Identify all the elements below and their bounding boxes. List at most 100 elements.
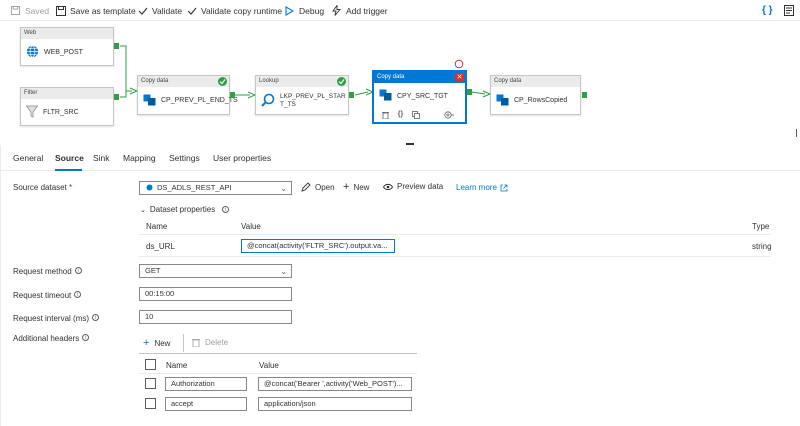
- header-row-checkbox[interactable]: [145, 398, 156, 409]
- toolbar-divider: [183, 334, 184, 352]
- header-name-input[interactable]: Authorization: [165, 377, 247, 391]
- chevron-down-icon: ⌄: [280, 267, 287, 276]
- magnifier-icon: [261, 93, 275, 109]
- tab-source[interactable]: Source: [55, 153, 84, 163]
- header-value-input[interactable]: @concat('Bearer ',activity('Web_POST')..…: [258, 377, 412, 391]
- property-type: string: [752, 242, 772, 251]
- row-divider: [139, 256, 771, 257]
- play-icon: [284, 5, 295, 16]
- template-icon: [55, 5, 66, 16]
- row-divider: [139, 373, 417, 374]
- checkmark-icon: [186, 5, 197, 16]
- property-name: ds_URL: [146, 242, 175, 251]
- table-top-border: [139, 353, 417, 354]
- source-dataset-label: Source dataset *: [13, 183, 73, 192]
- activity-type-label: Web: [21, 28, 113, 39]
- column-header-name: Name: [146, 222, 168, 231]
- header-name-input[interactable]: accept: [165, 397, 247, 411]
- panel-left-border: [0, 145, 1, 426]
- activity-lkp-prev-pl-start-ts[interactable]: Lookup LKP_PREV_PL_START_TS: [255, 75, 349, 115]
- success-output-handle[interactable]: [582, 92, 587, 98]
- column-header-type: Type: [752, 222, 770, 231]
- header-value-input[interactable]: application/json: [258, 397, 412, 411]
- source-dataset-dropdown[interactable]: DS_ADLS_REST_API ⌄: [139, 181, 292, 195]
- add-header-button[interactable]: + New: [143, 338, 170, 349]
- activity-cp-prev-pl-end-ts[interactable]: Copy data CP_PREV_PL_END_TS: [137, 75, 238, 115]
- info-icon: i: [82, 334, 90, 341]
- info-icon: i: [74, 267, 82, 274]
- active-tab-indicator: [55, 169, 82, 171]
- saved-indicator: Saved: [10, 4, 49, 17]
- activity-name: FLTR_SRC: [43, 108, 79, 116]
- info-icon: i: [74, 291, 82, 298]
- activity-name: LKP_PREV_PL_START_TS: [280, 92, 346, 108]
- canvas-collapse-handle[interactable]: [796, 129, 800, 137]
- activity-cp-rowscopied[interactable]: Copy data CP_RowsCopied: [490, 75, 581, 115]
- copy-data-icon: [379, 89, 392, 103]
- header-row-checkbox[interactable]: [145, 378, 156, 389]
- dataset-properties-toggle[interactable]: ⌄ Dataset properties i: [140, 205, 230, 214]
- request-timeout-label: Request timeout i: [13, 291, 82, 300]
- checkmark-icon: [137, 5, 148, 16]
- activity-name: CP_RowsCopied: [514, 97, 568, 104]
- success-output-handle[interactable]: [114, 43, 119, 49]
- code-icon: { }: [762, 5, 773, 16]
- learn-more-link[interactable]: Learn more: [456, 183, 508, 192]
- dataset-icon: [146, 184, 153, 191]
- select-all-checkbox[interactable]: [145, 359, 156, 370]
- tab-general[interactable]: General: [13, 153, 43, 163]
- activity-name: CP_PREV_PL_END_TS: [161, 97, 238, 104]
- info-icon: i: [92, 314, 100, 321]
- success-output-handle[interactable]: [114, 94, 119, 100]
- add-trigger-button[interactable]: Add trigger: [331, 4, 388, 17]
- copy-icon[interactable]: [411, 111, 420, 120]
- success-output-handle[interactable]: [467, 89, 472, 95]
- delete-activity-icon[interactable]: ✕: [455, 73, 464, 82]
- preview-data-button[interactable]: Preview data: [383, 182, 443, 191]
- add-output-icon[interactable]: [444, 111, 454, 120]
- property-value-input[interactable]: @concat(activity('FLTR_SRC').output.va..…: [241, 239, 395, 253]
- globe-icon: [26, 45, 39, 60]
- new-dataset-button[interactable]: + New: [343, 181, 369, 193]
- request-method-label: Request method i: [13, 267, 82, 276]
- filter-icon: [25, 105, 39, 120]
- save-as-template-button[interactable]: Save as template: [55, 4, 136, 17]
- activity-name: WEB_POST: [44, 48, 83, 56]
- request-timeout-input[interactable]: 00:15:00: [139, 287, 292, 301]
- activity-type-label: Filter: [21, 88, 113, 99]
- tab-sink[interactable]: Sink: [93, 153, 110, 163]
- plus-icon: +: [343, 181, 350, 193]
- request-interval-input[interactable]: 10: [139, 310, 292, 324]
- activity-cpy-src-tgt[interactable]: Copy data ✕ CPY_SRC_TGT {}: [373, 71, 466, 123]
- code-icon[interactable]: {}: [396, 111, 405, 120]
- copy-data-icon: [143, 94, 156, 108]
- trash-icon[interactable]: [381, 111, 390, 120]
- tab-user-properties[interactable]: User properties: [213, 153, 271, 163]
- edit-icon: [301, 182, 311, 192]
- external-link-icon: [500, 184, 508, 191]
- properties-icon: [783, 5, 794, 16]
- success-output-handle[interactable]: [349, 92, 354, 98]
- open-dataset-button[interactable]: Open: [301, 182, 335, 192]
- validate-button[interactable]: Validate: [137, 4, 182, 17]
- activity-settings-tabs: General Source Sink Mapping Settings Use…: [0, 145, 800, 171]
- delete-header-button[interactable]: Delete: [192, 338, 228, 347]
- validate-copy-runtime-button[interactable]: Validate copy runtime: [186, 4, 282, 17]
- debug-button[interactable]: Debug: [284, 4, 324, 17]
- chevron-down-icon: ⌄: [140, 206, 146, 214]
- code-view-button[interactable]: { }: [762, 4, 773, 17]
- activity-type-label: Copy data: [138, 76, 229, 87]
- request-method-dropdown[interactable]: GET ⌄: [139, 264, 292, 278]
- activity-fltr-src[interactable]: Filter FLTR_SRC: [20, 87, 114, 126]
- activity-web-post[interactable]: Web WEB_POST: [20, 27, 114, 66]
- tab-settings[interactable]: Settings: [169, 153, 200, 163]
- column-header-value: Value: [241, 222, 261, 231]
- success-output-handle[interactable]: [230, 92, 235, 98]
- request-interval-label: Request interval (ms) i: [13, 314, 100, 323]
- pipeline-canvas[interactable]: Web WEB_POST Filter FLTR_SRC Copy data C…: [0, 21, 800, 145]
- row-divider: [139, 234, 771, 235]
- tab-mapping[interactable]: Mapping: [123, 153, 156, 163]
- save-icon: [10, 5, 21, 16]
- pipeline-toolbar: Saved Save as template Validate Validate…: [0, 0, 800, 21]
- properties-panel-button[interactable]: [783, 4, 794, 17]
